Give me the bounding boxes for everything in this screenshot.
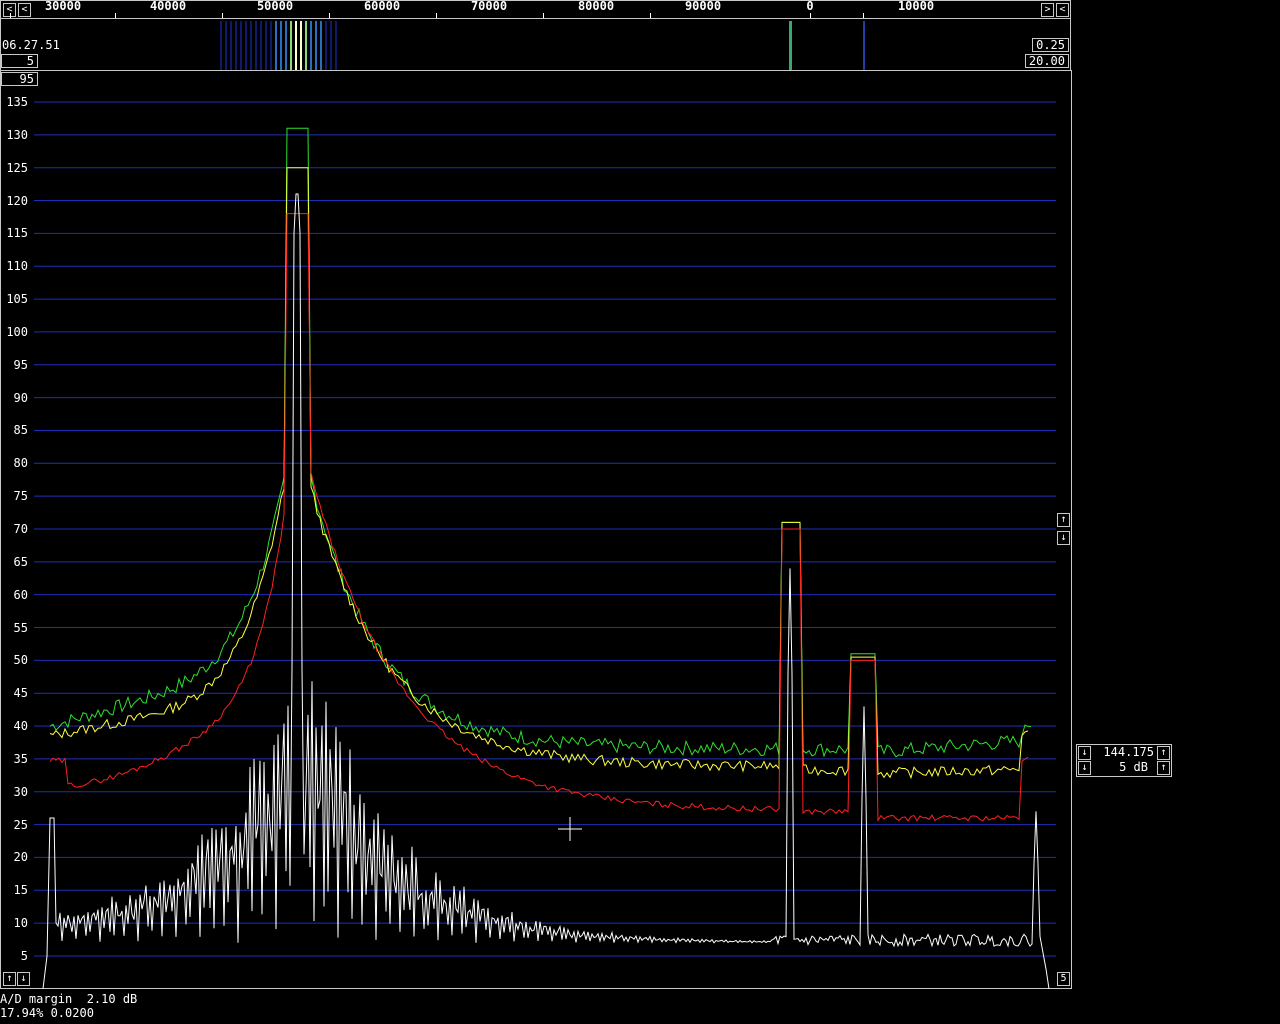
y-tick-label: 5 — [20, 948, 28, 963]
waterfall-stripe — [275, 21, 277, 70]
waterfall-stripe — [255, 21, 257, 70]
frequency-label: 40000 — [149, 0, 187, 13]
y-tick-label: 110 — [6, 259, 28, 274]
y-tick-label: 80 — [13, 456, 28, 471]
y-tick-label: 135 — [6, 95, 28, 109]
waterfall-time: 06.27.51 — [2, 38, 60, 52]
ad-margin-status: A/D margin 2.10 dB — [0, 992, 138, 1006]
y-tick-label: 35 — [13, 751, 28, 766]
waterfall-stripe — [330, 21, 332, 70]
y-tick-label: 65 — [13, 554, 28, 569]
frequency-label: 60000 — [363, 0, 401, 13]
y-tick-label: 115 — [6, 226, 28, 241]
y-tick-label: 125 — [6, 160, 28, 175]
waterfall-stripe — [320, 21, 322, 70]
frequency-label: 10000 — [897, 0, 935, 13]
frequency-label: 30000 — [44, 0, 82, 13]
scroll-left-fast-button[interactable]: < — [18, 3, 31, 17]
scroll-right-button[interactable]: > — [1041, 3, 1054, 17]
db-down-button[interactable]: ↓ — [1078, 761, 1091, 775]
waterfall-stripe — [250, 21, 252, 70]
waterfall-signal-line — [863, 21, 865, 70]
waterfall-stripe — [225, 21, 227, 70]
spectrum-right-value-button[interactable]: 5 — [1057, 972, 1070, 986]
waterfall-stripe — [290, 21, 292, 70]
waterfall-signal-line — [789, 21, 792, 70]
waterfall-stripe — [310, 21, 312, 70]
waterfall-stripe — [305, 21, 307, 70]
freq-down-button[interactable]: ↓ — [1078, 746, 1091, 760]
frequency-label: 70000 — [470, 0, 508, 13]
max-hold-trace — [49, 127, 1032, 758]
waterfall-stripe — [325, 21, 327, 70]
waterfall-stripe — [265, 21, 267, 70]
y-tick-label: 20 — [13, 850, 28, 865]
y-tick-label: 60 — [13, 587, 28, 602]
waterfall-stripe — [240, 21, 242, 70]
waterfall-stripe — [280, 21, 282, 70]
frequency-label: 50000 — [256, 0, 294, 13]
crosshair-cursor — [558, 817, 582, 841]
waterfall-stripe — [270, 21, 272, 70]
y-tick-label: 15 — [13, 883, 28, 898]
waterfall-stripe — [220, 21, 222, 70]
y-tick-label: 30 — [13, 784, 28, 799]
spectrum-scroll-up-button[interactable]: ↑ — [1057, 513, 1070, 527]
instantaneous-trace — [42, 193, 1050, 989]
frequency-label: 90000 — [684, 0, 722, 13]
waterfall-stripe — [285, 21, 287, 70]
waterfall-stripe — [315, 21, 317, 70]
y-tick-label: 55 — [13, 620, 28, 635]
waterfall-stripe — [260, 21, 262, 70]
waterfall-display[interactable] — [200, 21, 880, 70]
waterfall-stripe — [245, 21, 247, 70]
side-db-value: 5 dB — [1119, 760, 1148, 774]
spectrum-scroll-down-button[interactable]: ↓ — [1057, 531, 1070, 545]
waterfall-stripe — [230, 21, 232, 70]
y-tick-label: 45 — [13, 686, 28, 701]
average-trace — [49, 167, 1029, 780]
waterfall-zero-box[interactable]: 0.25 — [1032, 38, 1069, 52]
frequency-label: 80000 — [577, 0, 615, 13]
y-tick-label: 85 — [13, 423, 28, 438]
y-tick-label: 95 — [13, 357, 28, 372]
waterfall-stripe — [295, 21, 297, 70]
waterfall-avg-box[interactable]: 5 — [1, 54, 38, 68]
waterfall-stripe — [300, 21, 302, 70]
spectrum-down-left-button[interactable]: ↓ — [17, 972, 30, 986]
freq-up-button[interactable]: ↑ — [1157, 746, 1170, 760]
waterfall-stripe — [335, 21, 337, 70]
y-tick-label: 40 — [13, 719, 28, 734]
scroll-right-fast-button[interactable]: < — [1056, 3, 1069, 17]
y-tick-label: 75 — [13, 489, 28, 504]
side-freq-value: 144.175 — [1103, 745, 1154, 759]
y-tick-label: 70 — [13, 521, 28, 536]
waterfall-stripe — [235, 21, 237, 70]
minimum-trace — [49, 213, 1029, 822]
y-tick-label: 50 — [13, 653, 28, 668]
spectrum-up-left-button[interactable]: ↑ — [3, 972, 16, 986]
waterfall-range-box[interactable]: 20.00 — [1025, 54, 1069, 68]
y-tick-label: 10 — [13, 916, 28, 931]
db-up-button[interactable]: ↑ — [1157, 761, 1170, 775]
y-tick-label: 105 — [6, 292, 28, 307]
frequency-label: 0 — [806, 0, 814, 13]
y-tick-label: 120 — [6, 193, 28, 208]
bottom-status: 17.94% 0.0200 — [0, 1006, 94, 1020]
y-tick-label: 100 — [6, 324, 28, 339]
y-tick-label: 90 — [13, 390, 28, 405]
y-tick-label: 25 — [13, 817, 28, 832]
spectrum-graph[interactable] — [0, 70, 1072, 989]
y-tick-label: 130 — [6, 127, 28, 142]
